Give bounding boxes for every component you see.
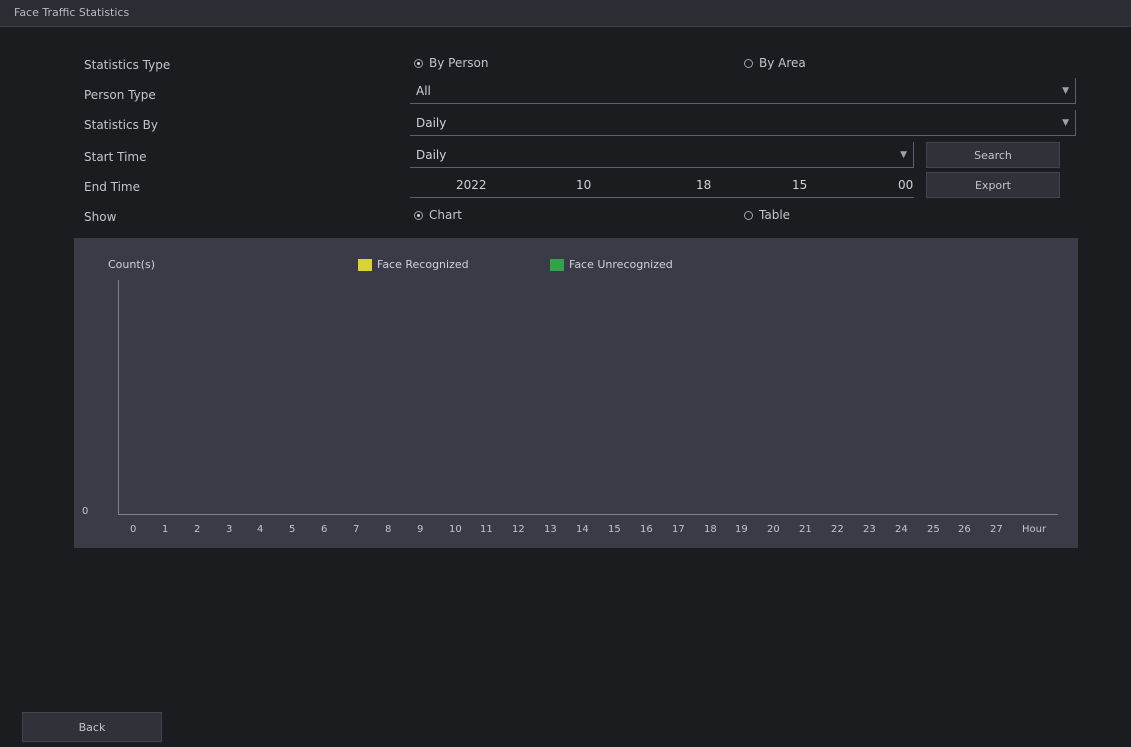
radio-unchecked-icon — [744, 58, 753, 68]
legend-item-unrecognized: Face Unrecognized — [550, 258, 673, 271]
label-end-time: End Time — [84, 180, 140, 194]
label-show: Show — [84, 210, 117, 224]
end-month[interactable]: 10 — [576, 178, 591, 192]
x-tick-label: 2 — [194, 524, 201, 535]
y-axis — [118, 280, 119, 514]
person-type-value: All — [416, 83, 431, 98]
label-statistics-type: Statistics Type — [84, 58, 171, 72]
label-statistics-by: Statistics By — [84, 118, 159, 132]
y-tick-zero: 0 — [82, 506, 89, 517]
label-start-time: Start Time — [84, 150, 147, 164]
export-button[interactable]: Export — [926, 172, 1060, 198]
chevron-down-icon: ▼ — [1062, 85, 1069, 96]
x-tick-label: 20 — [767, 524, 780, 535]
x-tick-label: 10 — [449, 524, 462, 535]
radio-checked-icon — [414, 210, 423, 220]
x-tick-label: 0 — [130, 524, 137, 535]
legend-swatch — [550, 258, 564, 271]
statistics-by-value: Daily — [416, 115, 447, 130]
radio-chart-label: Chart — [429, 208, 462, 222]
chevron-down-icon: ▼ — [1062, 117, 1069, 128]
person-type-select[interactable]: All ▼ — [410, 78, 1076, 104]
end-year[interactable]: 2022 — [456, 178, 487, 192]
radio-chart[interactable]: Chart — [414, 208, 462, 222]
x-tick-label: 21 — [799, 524, 812, 535]
chevron-down-icon: ▼ — [900, 149, 907, 160]
legend-label: Face Recognized — [377, 258, 469, 271]
x-tick-label: 15 — [608, 524, 621, 535]
x-axis — [118, 514, 1058, 515]
radio-by-area-label: By Area — [759, 56, 806, 70]
x-tick-label: 23 — [863, 524, 876, 535]
x-tick-label: 17 — [672, 524, 685, 535]
x-tick-label: 9 — [417, 524, 424, 535]
window-title: Face Traffic Statistics — [14, 6, 130, 19]
start-time-value: Daily — [416, 147, 447, 162]
x-tick-label: 19 — [735, 524, 748, 535]
x-tick-label: 11 — [480, 524, 493, 535]
x-tick-label: 22 — [831, 524, 844, 535]
x-tick-label: 27 — [990, 524, 1003, 535]
x-tick-label: Hour — [1022, 524, 1047, 535]
statistics-chart: Count(s) Face Recognized Face Unrecogniz… — [74, 238, 1078, 548]
x-tick-label: 4 — [257, 524, 264, 535]
statistics-by-select[interactable]: Daily ▼ — [410, 110, 1076, 136]
legend-label: Face Unrecognized — [569, 258, 673, 271]
radio-unchecked-icon — [744, 210, 753, 220]
x-tick-label: 25 — [927, 524, 940, 535]
back-button[interactable]: Back — [22, 712, 162, 742]
x-tick-label: 16 — [640, 524, 653, 535]
title-bar: Face Traffic Statistics — [0, 0, 1131, 27]
radio-by-person-label: By Person — [429, 56, 489, 70]
end-hour[interactable]: 15 — [792, 178, 807, 192]
start-time-select[interactable]: Daily ▼ — [410, 142, 914, 168]
search-button[interactable]: Search — [926, 142, 1060, 168]
radio-table-label: Table — [759, 208, 791, 222]
legend-swatch — [358, 258, 372, 271]
x-tick-label: 7 — [353, 524, 360, 535]
x-tick-label: 13 — [544, 524, 557, 535]
x-tick-label: 18 — [704, 524, 717, 535]
x-tick-label: 3 — [226, 524, 233, 535]
x-ticks: 0 1 2 3 4 5 6 7 8 9 10 11 12 13 14 15 16 17 18 19 20 21 22 23 24… — [130, 524, 1054, 540]
x-tick-label: 14 — [576, 524, 589, 535]
x-tick-label: 12 — [512, 524, 525, 535]
x-tick-label: 5 — [289, 524, 296, 535]
label-person-type: Person Type — [84, 88, 156, 102]
x-tick-label: 6 — [321, 524, 328, 535]
x-tick-label: 8 — [385, 524, 392, 535]
end-time-field[interactable]: 2022 10 18 15 00 — [410, 172, 914, 198]
radio-by-person[interactable]: By Person — [414, 56, 488, 70]
legend-item-recognized: Face Recognized — [358, 258, 469, 271]
x-tick-label: 24 — [895, 524, 908, 535]
radio-checked-icon — [414, 58, 423, 68]
radio-table[interactable]: Table — [744, 208, 790, 222]
end-day[interactable]: 18 — [696, 178, 711, 192]
x-tick-label: 26 — [958, 524, 971, 535]
chart-y-label: Count(s) — [108, 258, 155, 271]
end-minute[interactable]: 00 — [898, 178, 913, 192]
x-tick-label: 1 — [162, 524, 169, 535]
radio-by-area[interactable]: By Area — [744, 56, 806, 70]
